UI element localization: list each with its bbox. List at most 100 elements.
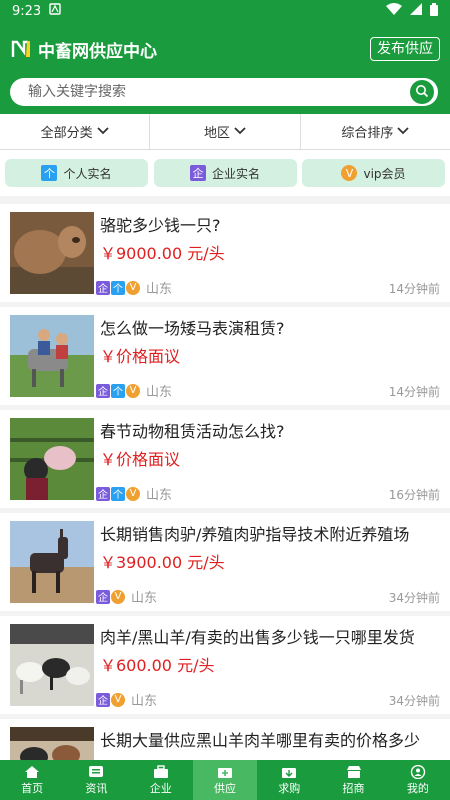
listing-title: 长期销售肉驴/养殖肉驴指导技术附近养殖场 <box>100 525 410 544</box>
listing-region: 山东 <box>146 385 173 400</box>
listing-title: 骆驼多少钱一只? <box>100 216 221 235</box>
filter-label: 地区 <box>203 126 230 141</box>
verification-tag-row: 个 个人实名 企 企业实名 V vip会员 <box>0 150 450 196</box>
tab-news[interactable]: 资讯 <box>64 760 128 800</box>
listing-time: 34分钟前 <box>388 591 440 605</box>
listing-region: 山东 <box>146 488 173 503</box>
tab-purchase[interactable]: 求购 <box>257 760 321 800</box>
purchase-icon <box>281 765 297 779</box>
filter-bar: 全部分类 地区 综合排序 <box>0 114 450 150</box>
badge-group: 企 个 V 山东 <box>96 278 172 297</box>
tab-label: 供应 <box>213 781 236 795</box>
tab-home[interactable]: 首页 <box>0 760 64 800</box>
status-bar: 9:23 <box>0 0 450 22</box>
personal-badge-icon: 个 <box>111 280 125 295</box>
filter-label: 全部分类 <box>40 126 93 141</box>
badge-group: 企 个 V 山东 <box>96 484 172 503</box>
chevron-down-icon <box>97 124 109 139</box>
enterprise-badge-icon: 企 <box>96 486 110 501</box>
notification-icon <box>49 3 61 19</box>
personal-badge-icon: 个 <box>111 383 125 398</box>
listing-region: 山东 <box>131 694 158 709</box>
enterprise-badge-icon: 企 <box>96 383 110 398</box>
search-button[interactable] <box>410 80 434 104</box>
tag-personal-verified[interactable]: 个 个人实名 <box>5 159 148 187</box>
search-input[interactable] <box>26 83 410 101</box>
listing-title: 肉羊/黑山羊/有卖的出售多少钱一只哪里发货 <box>100 628 415 647</box>
tab-profile[interactable]: 我的 <box>386 760 450 800</box>
status-right <box>386 2 438 20</box>
tag-label: 企业实名 <box>211 166 260 181</box>
filter-region[interactable]: 地区 <box>150 114 301 149</box>
vip-badge-icon: V <box>126 486 140 501</box>
listing-price: ￥3900.00 元/头 <box>100 553 225 572</box>
vip-badge-icon: V <box>111 692 125 707</box>
pony-photo <box>10 315 94 397</box>
listing-title: 春节动物租赁活动怎么找? <box>100 422 285 441</box>
tag-vip-member[interactable]: V vip会员 <box>302 159 445 187</box>
chevron-down-icon <box>397 124 409 139</box>
page-title: 中畜网供应中心 <box>38 41 157 62</box>
user-icon <box>410 764 426 779</box>
vip-badge-icon: V <box>111 589 125 604</box>
listing-title: 怎么做一场矮马表演租赁? <box>100 319 285 338</box>
donkey-photo <box>10 521 94 603</box>
filter-sort[interactable]: 综合排序 <box>301 114 450 149</box>
tag-enterprise-verified[interactable]: 企 企业实名 <box>153 159 297 187</box>
listing-region: 山东 <box>146 282 173 297</box>
listing-time: 14分钟前 <box>388 282 440 296</box>
search-icon <box>415 83 429 102</box>
listing-time: 34分钟前 <box>388 694 440 708</box>
listing-price: ￥价格面议 <box>100 450 181 469</box>
tab-label: 资讯 <box>85 781 108 795</box>
tab-investment[interactable]: 招商 <box>321 760 385 800</box>
camel-photo <box>10 212 94 294</box>
badge-group: 企 V 山东 <box>96 587 157 606</box>
wifi-icon <box>386 3 402 19</box>
enterprise-badge-icon: 企 <box>96 692 110 707</box>
status-time: 9:23 <box>12 3 42 19</box>
tab-label: 企业 <box>149 781 172 795</box>
chevron-down-icon <box>234 124 246 139</box>
tab-label: 招商 <box>342 781 365 795</box>
store-icon <box>346 765 362 779</box>
publish-supply-button[interactable]: 发布供应 <box>370 37 440 61</box>
app-header: 中畜网供应中心 发布供应 <box>0 22 450 76</box>
supply-box-icon <box>217 765 233 779</box>
listing-time: 14分钟前 <box>388 385 440 399</box>
list-item[interactable]: 长期大量供应黑山羊肉羊哪里有卖的价格多少 <box>0 719 450 760</box>
listing-title: 长期大量供应黑山羊肉羊哪里有卖的价格多少 <box>100 731 421 750</box>
tag-label: vip会员 <box>363 166 406 181</box>
tag-label: 个人实名 <box>63 166 112 181</box>
list-item[interactable]: 骆驼多少钱一只? ￥9000.00 元/头 企 个 V 山东 14分钟前 <box>0 204 450 302</box>
list-item[interactable]: 春节动物租赁活动怎么找? ￥价格面议 企 个 V 山东 16分钟前 <box>0 410 450 508</box>
signal-icon <box>410 3 422 19</box>
tab-supply[interactable]: 供应 <box>192 760 258 800</box>
vip-badge-icon: V <box>126 280 140 295</box>
goats-photo <box>10 727 94 760</box>
list-item[interactable]: 长期销售肉驴/养殖肉驴指导技术附近养殖场 ￥3900.00 元/头 企 V 山东… <box>0 513 450 611</box>
briefcase-icon <box>153 764 169 779</box>
personal-icon: 个 <box>41 165 58 181</box>
vip-medal-icon: V <box>341 165 358 181</box>
personal-badge-icon: 个 <box>111 486 125 501</box>
goats-photo <box>10 624 94 706</box>
home-icon <box>24 765 40 779</box>
enterprise-badge-icon: 企 <box>96 589 110 604</box>
listing-region: 山东 <box>131 591 158 606</box>
logo-icon <box>10 38 32 60</box>
listing-price: ￥价格面议 <box>100 347 181 366</box>
tab-enterprise[interactable]: 企业 <box>129 760 193 800</box>
list-item[interactable]: 怎么做一场矮马表演租赁? ￥价格面议 企 个 V 山东 14分钟前 <box>0 307 450 405</box>
filter-category[interactable]: 全部分类 <box>0 114 151 149</box>
listing-price: ￥9000.00 元/头 <box>100 244 225 263</box>
bottom-tab-bar: 首页 资讯 企业 供应 求购 招商 我的 <box>0 760 450 800</box>
listing-price: ￥600.00 元/头 <box>100 656 215 675</box>
badge-group: 企 个 V 山东 <box>96 381 172 400</box>
list-item[interactable]: 肉羊/黑山羊/有卖的出售多少钱一只哪里发货 ￥600.00 元/头 企 V 山东… <box>0 616 450 714</box>
vip-badge-icon: V <box>126 383 140 398</box>
status-left: 9:23 <box>12 3 61 19</box>
tab-label: 我的 <box>406 781 429 795</box>
enterprise-badge-icon: 企 <box>96 280 110 295</box>
filter-label: 综合排序 <box>341 126 394 141</box>
